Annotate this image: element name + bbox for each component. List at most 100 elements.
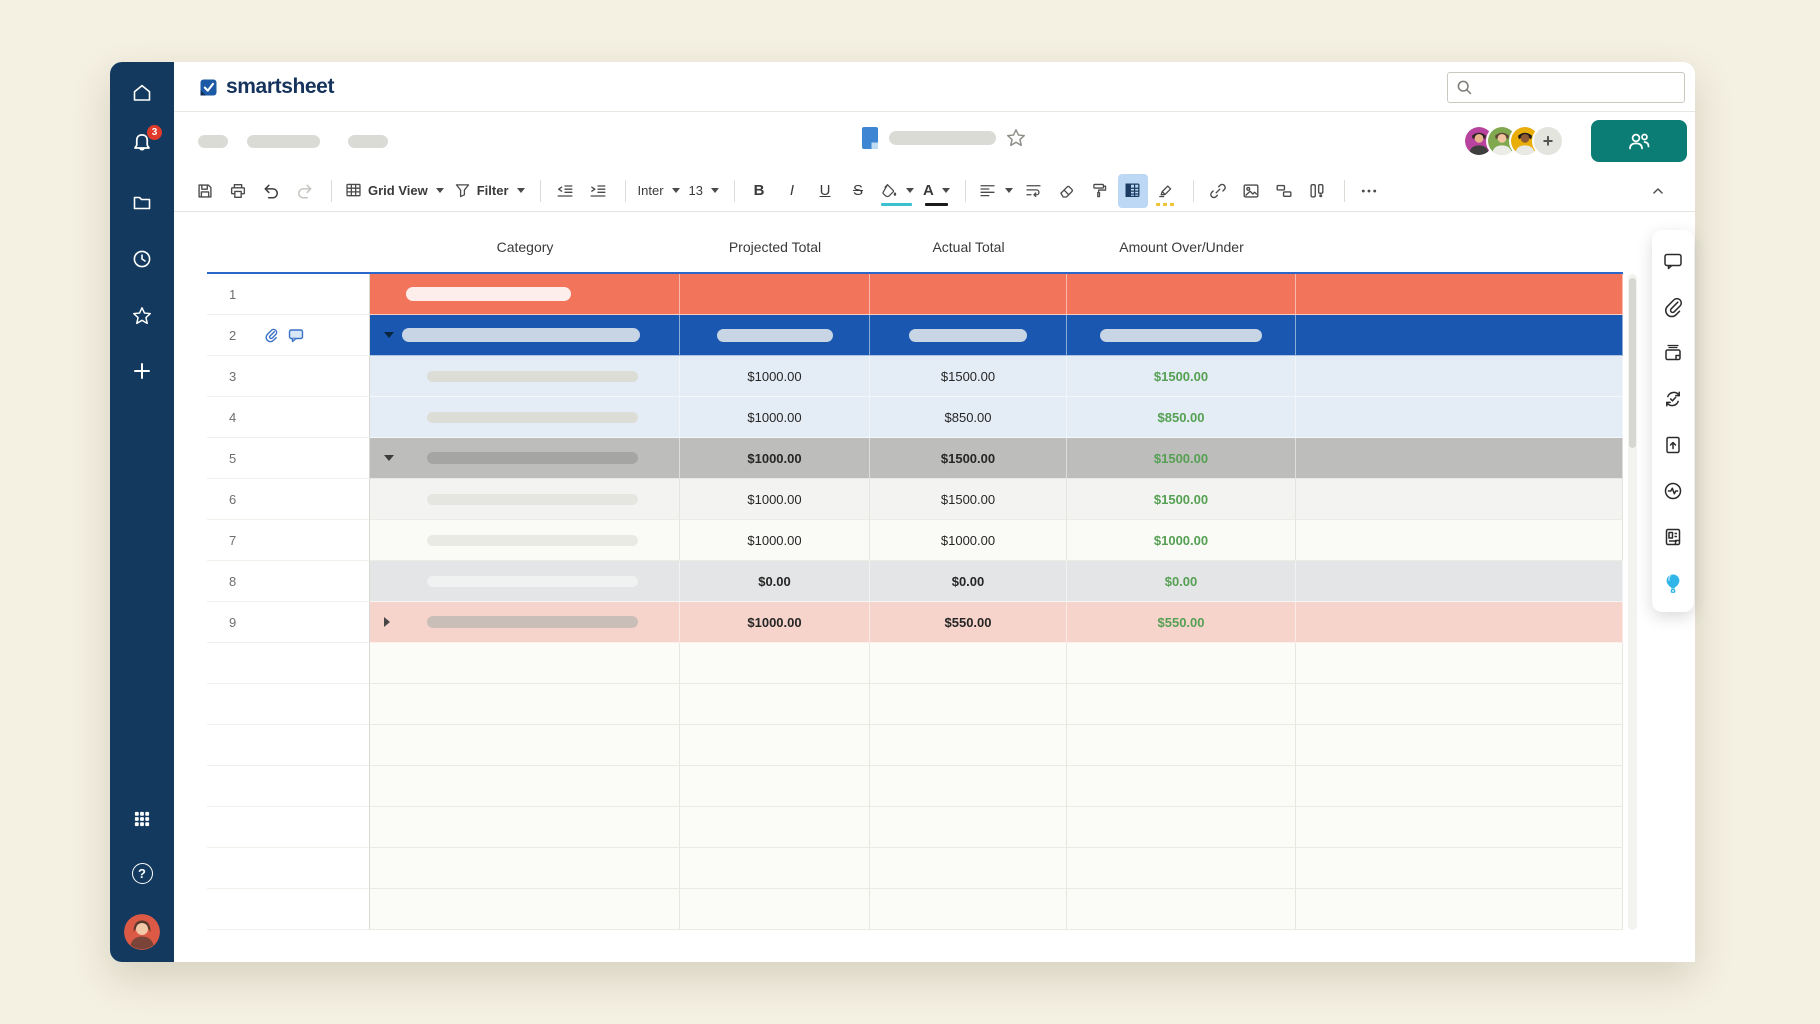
actual-total-cell[interactable]: [870, 766, 1067, 807]
bold-button[interactable]: B: [744, 174, 774, 208]
save-button[interactable]: [190, 174, 220, 208]
actual-total-cell[interactable]: $0.00: [870, 561, 1067, 602]
grid-lines-toggle-active[interactable]: [1118, 174, 1148, 208]
projected-total-cell[interactable]: [680, 807, 870, 848]
font-size-dropdown[interactable]: 13: [686, 174, 722, 208]
actual-total-cell[interactable]: $1000.00: [870, 520, 1067, 561]
actual-total-cell[interactable]: [870, 848, 1067, 889]
column-header-amount-over-under[interactable]: Amount Over/Under: [1067, 234, 1296, 260]
category-cell[interactable]: [370, 397, 680, 438]
text-color-button[interactable]: A: [920, 174, 953, 208]
grid-empty-row[interactable]: [207, 643, 1623, 684]
amount-over-under-cell[interactable]: [1067, 766, 1296, 807]
trailing-empty-cell[interactable]: [1296, 274, 1623, 315]
home-icon[interactable]: [129, 80, 155, 106]
attachments-icon[interactable]: [1652, 284, 1694, 330]
category-cell[interactable]: [370, 561, 680, 602]
collapse-row-arrow[interactable]: [384, 332, 394, 338]
trailing-empty-cell[interactable]: [1296, 684, 1623, 725]
wrap-text-button[interactable]: [1019, 174, 1049, 208]
notifications-bell-icon[interactable]: 3: [129, 130, 155, 156]
row-number-cell[interactable]: 2: [207, 315, 370, 356]
projected-total-cell[interactable]: [680, 848, 870, 889]
expand-row-arrow[interactable]: [384, 617, 390, 627]
highlight-button[interactable]: [1151, 174, 1181, 208]
category-cell[interactable]: [370, 643, 680, 684]
app-launcher-icon[interactable]: [129, 806, 155, 832]
grid-empty-row[interactable]: [207, 684, 1623, 725]
add-collaborator-button[interactable]: +: [1532, 125, 1564, 157]
grid-row[interactable]: 5$1000.00$1500.00$1500.00: [207, 438, 1623, 479]
insert-image-button[interactable]: [1236, 174, 1266, 208]
row-number-cell[interactable]: [207, 848, 370, 889]
card-layout-button[interactable]: [1269, 174, 1299, 208]
row-number-cell[interactable]: 1: [207, 274, 370, 315]
grid-row[interactable]: 9$1000.00$550.00$550.00: [207, 602, 1623, 643]
trailing-empty-cell[interactable]: [1296, 561, 1623, 602]
scrollbar-thumb[interactable]: [1629, 278, 1636, 448]
trailing-empty-cell[interactable]: [1296, 725, 1623, 766]
row-number-cell[interactable]: [207, 684, 370, 725]
create-new-plus-icon[interactable]: [129, 358, 155, 384]
trailing-empty-cell[interactable]: [1296, 766, 1623, 807]
publish-icon[interactable]: [1652, 422, 1694, 468]
row-number-cell[interactable]: 7: [207, 520, 370, 561]
grid-empty-row[interactable]: [207, 889, 1623, 930]
row-number-cell[interactable]: 9: [207, 602, 370, 643]
row-number-cell[interactable]: 3: [207, 356, 370, 397]
amount-over-under-cell[interactable]: $850.00: [1067, 397, 1296, 438]
projected-total-cell[interactable]: $1000.00: [680, 356, 870, 397]
trailing-empty-cell[interactable]: [1296, 520, 1623, 561]
actual-total-cell[interactable]: $1500.00: [870, 438, 1067, 479]
row-number-cell[interactable]: [207, 725, 370, 766]
more-options-button[interactable]: [1354, 174, 1384, 208]
grid-empty-row[interactable]: [207, 848, 1623, 889]
whats-new-balloon-icon[interactable]: [1652, 560, 1694, 606]
projected-total-cell[interactable]: $1000.00: [680, 520, 870, 561]
trailing-empty-cell[interactable]: [1296, 479, 1623, 520]
vertical-scrollbar[interactable]: [1628, 274, 1637, 930]
amount-over-under-cell[interactable]: $1000.00: [1067, 520, 1296, 561]
category-cell[interactable]: [370, 725, 680, 766]
projected-total-cell[interactable]: [680, 274, 870, 315]
search-input[interactable]: [1447, 72, 1685, 103]
category-cell[interactable]: [370, 684, 680, 725]
grid-row[interactable]: 3$1000.00$1500.00$1500.00: [207, 356, 1623, 397]
projected-total-cell[interactable]: [680, 725, 870, 766]
category-cell[interactable]: [370, 520, 680, 561]
projected-total-cell[interactable]: [680, 684, 870, 725]
actual-total-cell[interactable]: $850.00: [870, 397, 1067, 438]
projected-total-cell[interactable]: [680, 889, 870, 930]
align-dropdown[interactable]: [975, 174, 1016, 208]
category-cell[interactable]: [370, 356, 680, 397]
amount-over-under-cell[interactable]: $1500.00: [1067, 438, 1296, 479]
actual-total-cell[interactable]: [870, 274, 1067, 315]
category-cell[interactable]: [370, 479, 680, 520]
actual-total-cell[interactable]: [870, 807, 1067, 848]
trailing-empty-cell[interactable]: [1296, 643, 1623, 684]
column-settings-button[interactable]: [1302, 174, 1332, 208]
row-number-cell[interactable]: 4: [207, 397, 370, 438]
grid-row[interactable]: 8$0.00$0.00$0.00: [207, 561, 1623, 602]
amount-over-under-cell[interactable]: [1067, 643, 1296, 684]
filter-dropdown[interactable]: Filter: [450, 174, 528, 208]
amount-over-under-cell[interactable]: $550.00: [1067, 602, 1296, 643]
favorite-star-icon[interactable]: [1005, 127, 1027, 149]
update-requests-icon[interactable]: [1652, 376, 1694, 422]
activity-log-icon[interactable]: [1652, 468, 1694, 514]
category-cell[interactable]: [370, 807, 680, 848]
proofs-icon[interactable]: [1652, 330, 1694, 376]
projected-total-cell[interactable]: $1000.00: [680, 602, 870, 643]
row-number-cell[interactable]: [207, 889, 370, 930]
column-header-actual-total[interactable]: Actual Total: [870, 234, 1067, 260]
underline-button[interactable]: U: [810, 174, 840, 208]
amount-over-under-cell[interactable]: $1500.00: [1067, 479, 1296, 520]
trailing-empty-cell[interactable]: [1296, 807, 1623, 848]
amount-over-under-cell[interactable]: $0.00: [1067, 561, 1296, 602]
fill-color-button[interactable]: [876, 174, 917, 208]
help-icon[interactable]: ?: [129, 860, 155, 886]
actual-total-cell[interactable]: [870, 643, 1067, 684]
actual-total-cell[interactable]: $550.00: [870, 602, 1067, 643]
conversations-icon[interactable]: [1652, 238, 1694, 284]
actual-total-cell[interactable]: [870, 889, 1067, 930]
